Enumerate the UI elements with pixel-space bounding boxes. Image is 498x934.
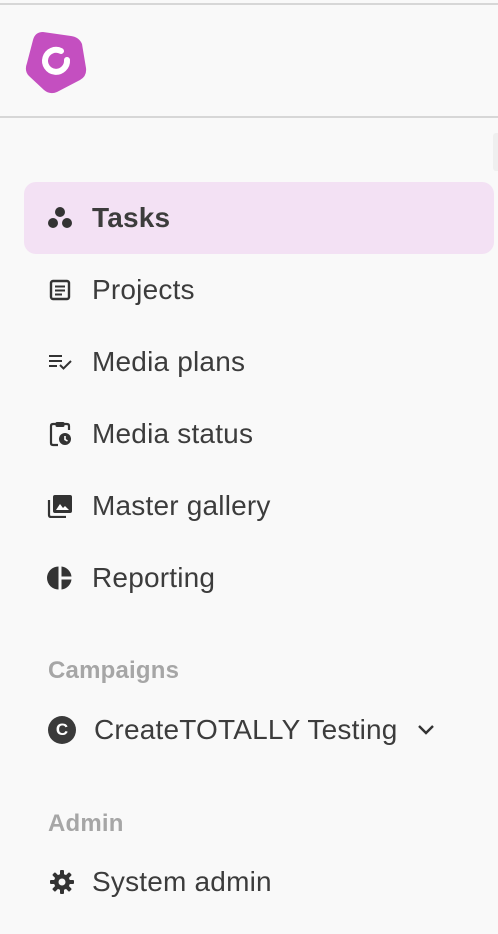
projects-icon	[46, 276, 74, 304]
campaign-badge: C	[48, 716, 76, 744]
reporting-icon	[46, 564, 74, 592]
nav-item-projects[interactable]: Projects	[24, 254, 494, 326]
nav-item-label: Master gallery	[92, 490, 271, 521]
nav-item-label: Reporting	[92, 562, 216, 593]
scrollbar[interactable]	[493, 133, 498, 171]
nav-item-label: Tasks	[92, 202, 171, 233]
nav-item-tasks[interactable]: Tasks	[24, 182, 494, 254]
nav-item-label: Projects	[92, 274, 195, 305]
nav-item-media-status[interactable]: Media status	[24, 398, 494, 470]
main-nav: Tasks Projects Media plans Media status …	[24, 182, 494, 614]
media-plans-icon	[46, 348, 74, 376]
nav-item-system-admin[interactable]: System admin	[48, 860, 468, 904]
nav-item-reporting[interactable]: Reporting	[24, 542, 494, 614]
campaigns-section-title: Campaigns	[48, 657, 180, 684]
gallery-icon	[46, 492, 74, 520]
sidebar-header	[0, 5, 498, 116]
campaign-selector[interactable]: C CreateTOTALLY Testing	[48, 708, 468, 752]
nav-item-label: Media plans	[92, 346, 246, 377]
chevron-down-icon[interactable]	[416, 719, 438, 741]
nav-item-label: Media status	[92, 418, 254, 449]
gear-icon	[48, 868, 76, 896]
admin-section-title: Admin	[48, 810, 124, 837]
campaign-label: CreateTOTALLY Testing	[94, 714, 398, 745]
nav-item-media-plans[interactable]: Media plans	[24, 326, 494, 398]
nav-item-master-gallery[interactable]: Master gallery	[24, 470, 494, 542]
tasks-icon	[46, 204, 74, 232]
createtotally-logo-icon[interactable]	[25, 30, 87, 94]
header-divider	[0, 116, 498, 118]
nav-item-label: System admin	[92, 866, 272, 897]
media-status-icon	[46, 420, 74, 448]
